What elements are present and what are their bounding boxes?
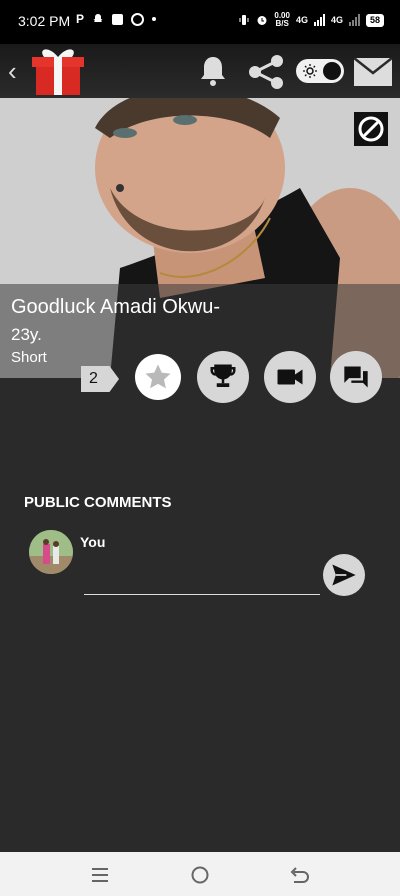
bell-icon[interactable] (197, 54, 229, 88)
user-avatar (29, 530, 73, 574)
block-button[interactable] (354, 112, 388, 146)
mail-icon[interactable] (354, 58, 392, 86)
chat-icon (344, 366, 368, 388)
send-icon (332, 564, 356, 586)
network-type-1: 4G (295, 15, 308, 25)
profile-type: Short (11, 349, 47, 366)
status-bar: 3:02 PM P 0.00 B/S 4G 4G 58 (0, 0, 400, 44)
profile-name: Goodluck Amadi Okwu- (11, 296, 220, 318)
sun-icon (303, 64, 317, 78)
app-square-icon (112, 13, 124, 25)
system-nav-bar (0, 852, 400, 896)
trophy-icon (210, 364, 236, 387)
network-type-2: 4G (330, 15, 343, 25)
ring-icon (131, 12, 145, 26)
video-icon (277, 369, 303, 385)
gift-icon[interactable] (30, 45, 86, 97)
profile-age: 23y. (11, 325, 42, 344)
status-time: 3:02 PM (18, 13, 71, 29)
trophy-button[interactable] (197, 351, 249, 403)
more-dot-icon (152, 17, 157, 21)
toggle-knob (323, 62, 341, 80)
video-call-button[interactable] (264, 351, 316, 403)
vibrate-icon (239, 15, 249, 25)
back-chevron-icon[interactable]: ‹ (8, 56, 17, 87)
theme-toggle[interactable] (296, 59, 344, 83)
snapchat-icon (93, 14, 103, 22)
avatar-image (29, 530, 73, 574)
menu-icon[interactable] (91, 867, 109, 883)
app-bar: ‹ (0, 44, 400, 98)
comment-input[interactable] (84, 562, 320, 595)
network-speed: 0.00 B/S (274, 11, 290, 28)
chat-button[interactable] (330, 351, 382, 403)
status-right-icons: 0.00 B/S 4G 4G 58 (238, 12, 384, 28)
favorite-button[interactable] (135, 354, 181, 400)
send-comment-button[interactable] (323, 554, 365, 596)
status-left-icons: P (76, 12, 157, 26)
back-icon[interactable] (290, 866, 310, 884)
comment-user-label: You (80, 534, 106, 550)
profile-photo: Goodluck Amadi Okwu- 23y. Short (0, 98, 400, 378)
paytm-icon: P (76, 12, 85, 26)
home-icon[interactable] (190, 865, 210, 885)
battery-icon: 58 (365, 13, 384, 27)
star-icon (145, 364, 171, 389)
share-icon[interactable] (247, 54, 285, 90)
block-icon (358, 116, 384, 142)
alarm-icon (257, 16, 267, 25)
signal-icon-2 (348, 14, 360, 26)
signal-icon (313, 14, 325, 26)
comments-title: PUBLIC COMMENTS (24, 494, 172, 511)
